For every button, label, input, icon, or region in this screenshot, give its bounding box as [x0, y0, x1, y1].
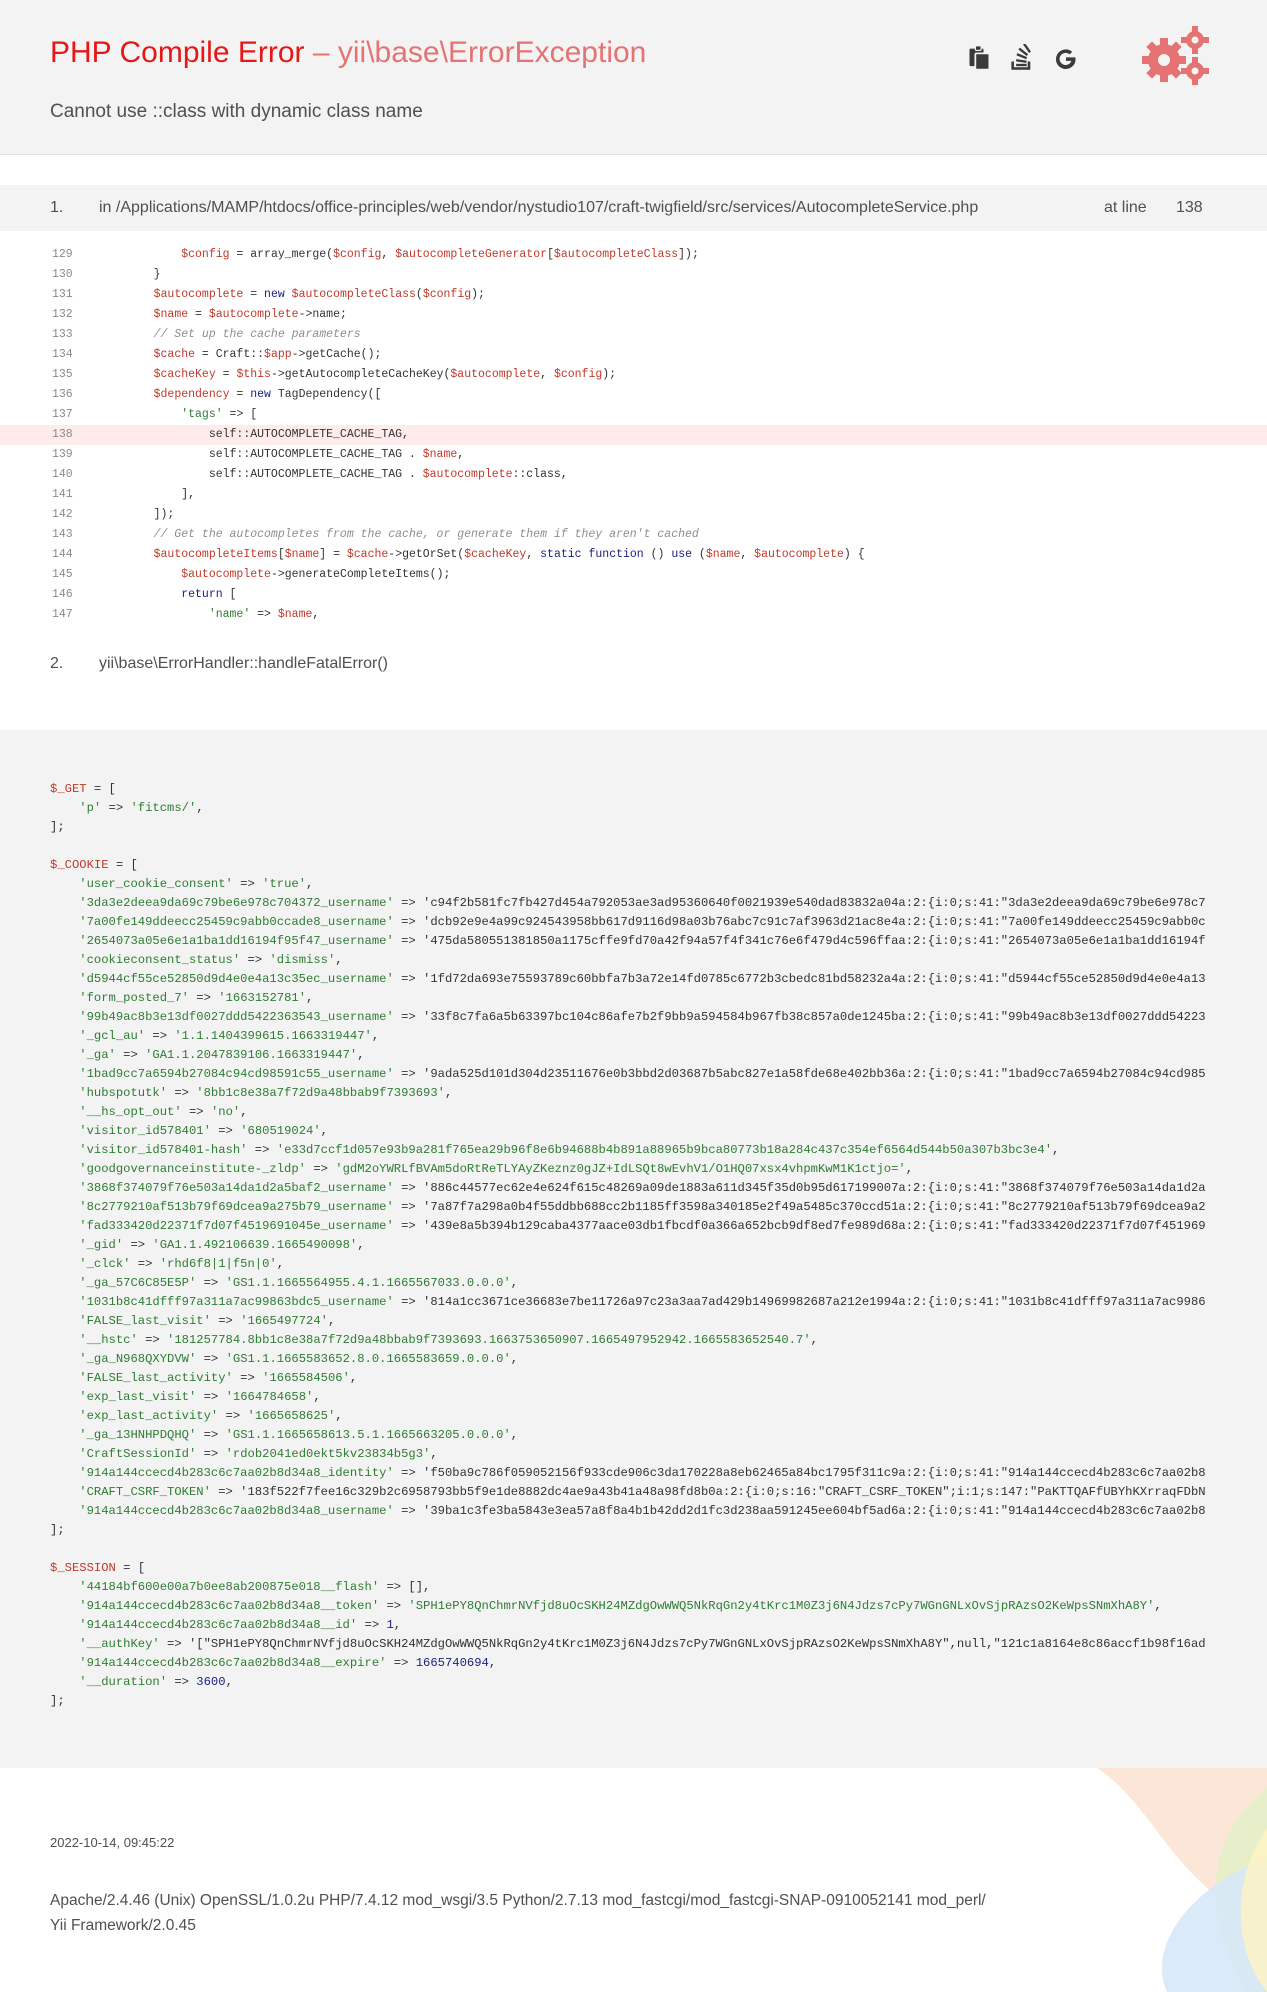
google-search-icon[interactable] [1052, 44, 1080, 72]
footer: 2022-10-14, 09:45:22 Apache/2.4.46 (Unix… [0, 1768, 1267, 1992]
code-line-number: 136 [52, 388, 73, 401]
line-number: 138 [1176, 199, 1203, 216]
code-line-number: 143 [52, 528, 73, 541]
code-line-source: $autocomplete = new $autocompleteClass($… [153, 288, 485, 301]
code-line-number: 132 [52, 308, 73, 321]
code-line: 144 $autocompleteItems[$name] = $cache->… [0, 545, 1267, 565]
code-line-number: 129 [52, 248, 73, 261]
code-line-source: $cacheKey = $this->getAutocompleteCacheK… [153, 368, 617, 381]
code-line: 135 $cacheKey = $this->getAutocompleteCa… [0, 365, 1267, 385]
code-line-number: 142 [52, 508, 73, 521]
code-line: 132 $name = $autocomplete->name; [0, 305, 1267, 325]
call-stack-item-1[interactable]: 1. in /Applications/MAMP/htdocs/office-p… [0, 185, 1267, 231]
code-line: 142 ]); [0, 505, 1267, 525]
code-line-source: // Set up the cache parameters [126, 328, 361, 341]
code-line-source: $dependency = new TagDependency([ [153, 388, 382, 401]
error-title: PHP Compile Error – yii\base\ErrorExcept… [50, 36, 646, 70]
code-line-source: 'tags' => [ [181, 408, 258, 421]
code-line-number: 141 [52, 488, 73, 501]
code-line-number: 147 [52, 608, 73, 621]
code-line-number: 131 [52, 288, 73, 301]
code-line-number: 134 [52, 348, 73, 361]
code-line-number: 146 [52, 588, 73, 601]
code-line-source: self::AUTOCOMPLETE_CACHE_TAG . $autocomp… [126, 468, 568, 481]
code-line: 129 $config = array_merge($config, $auto… [0, 245, 1267, 265]
request-variables: $_GET = [ 'p' => 'fitcms/', ]; $_COOKIE … [50, 782, 1206, 1708]
call-stack-function: yii\base\ErrorHandler::handleFatalError(… [99, 655, 388, 672]
code-line-number: 139 [52, 448, 73, 461]
error-type: PHP Compile Error [50, 36, 305, 69]
code-line-source: $autocomplete->generateCompleteItems(); [181, 568, 451, 581]
code-line: 140 self::AUTOCOMPLETE_CACHE_TAG . $auto… [0, 465, 1267, 485]
code-line-source: return [ [181, 588, 237, 601]
code-line-number: 144 [52, 548, 73, 561]
code-line-source: $autocompleteItems[$name] = $cache->getO… [153, 548, 865, 561]
code-line-number: 133 [52, 328, 73, 341]
code-line-number: 138 [52, 428, 73, 441]
code-line-source: ]); [126, 508, 175, 521]
code-line-source: ], [126, 488, 196, 501]
code-line: 147 'name' => $name, [0, 605, 1267, 625]
gears-logo-icon [1142, 26, 1209, 85]
call-stack-file-path: in /Applications/MAMP/htdocs/office-prin… [99, 199, 979, 216]
code-line-source: $cache = Craft::$app->getCache(); [153, 348, 382, 361]
code-line-source: self::AUTOCOMPLETE_CACHE_TAG, [126, 428, 409, 441]
code-line: 133 // Set up the cache parameters [0, 325, 1267, 345]
code-snippet: 129 $config = array_merge($config, $auto… [0, 245, 1267, 625]
code-line-source: } [126, 268, 161, 281]
error-header: PHP Compile Error – yii\base\ErrorExcept… [0, 0, 1267, 155]
code-line: 145 $autocomplete->generateCompleteItems… [0, 565, 1267, 585]
code-line-source: self::AUTOCOMPLETE_CACHE_TAG . $name, [126, 448, 465, 461]
code-line-number: 145 [52, 568, 73, 581]
server-info: Apache/2.4.46 (Unix) OpenSSL/1.0.2u PHP/… [50, 1888, 986, 1938]
server-software: Apache/2.4.46 (Unix) OpenSSL/1.0.2u PHP/… [50, 1892, 986, 1909]
code-line: 143 // Get the autocompletes from the ca… [0, 525, 1267, 545]
decorative-swirl [1097, 1768, 1267, 1992]
code-line: 139 self::AUTOCOMPLETE_CACHE_TAG . $name… [0, 445, 1267, 465]
error-message: Cannot use ::class with dynamic class na… [50, 101, 423, 122]
code-line-number: 137 [52, 408, 73, 421]
code-line: 130 } [0, 265, 1267, 285]
code-line-source: $config = array_merge($config, $autocomp… [181, 248, 699, 261]
code-line-source: // Get the autocompletes from the cache,… [126, 528, 699, 541]
exception-class: yii\base\ErrorException [337, 36, 647, 69]
code-line: 141 ], [0, 485, 1267, 505]
call-stack-number: 2. [50, 655, 64, 672]
code-line-number: 130 [52, 268, 73, 281]
copy-stacktrace-icon[interactable] [966, 44, 994, 72]
title-dash: – [304, 36, 338, 69]
call-stack-item-2[interactable]: 2. yii\base\ErrorHandler::handleFatalErr… [0, 641, 1267, 687]
code-line: 137 'tags' => [ [0, 405, 1267, 425]
call-stack-number: 1. [50, 199, 64, 216]
stackoverflow-search-icon[interactable] [1008, 44, 1036, 72]
at-line-label: at line [1104, 199, 1147, 216]
code-line: 136 $dependency = new TagDependency([ [0, 385, 1267, 405]
request-dump: $_GET = [ 'p' => 'fitcms/', ]; $_COOKIE … [0, 730, 1267, 1768]
timestamp: 2022-10-14, 09:45:22 [50, 1835, 175, 1850]
code-line-source: $name = $autocomplete->name; [153, 308, 347, 321]
code-line: 131 $autocomplete = new $autocompleteCla… [0, 285, 1267, 305]
code-line-error: 138 self::AUTOCOMPLETE_CACHE_TAG, [0, 425, 1267, 445]
code-line-number: 135 [52, 368, 73, 381]
code-line: 134 $cache = Craft::$app->getCache(); [0, 345, 1267, 365]
framework-version: Yii Framework/2.0.45 [50, 1917, 196, 1934]
code-line-source: 'name' => $name, [208, 608, 320, 621]
code-line-number: 140 [52, 468, 73, 481]
code-line: 146 return [ [0, 585, 1267, 605]
